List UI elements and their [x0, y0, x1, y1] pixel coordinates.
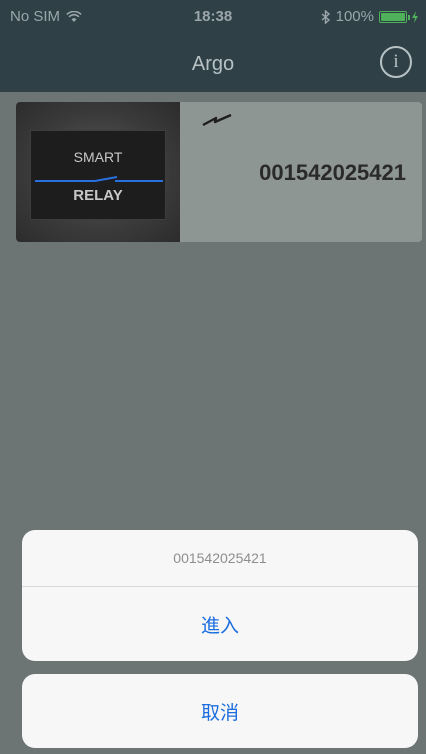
info-button[interactable]: i [380, 46, 412, 78]
relay-label-top: SMART [73, 149, 123, 165]
page-title: Argo [191, 53, 235, 75]
action-sheet-title: 001542025421 [22, 530, 418, 587]
lightning-icon [202, 113, 232, 127]
bluetooth-icon [321, 9, 330, 24]
nav-bar: Argo i [0, 34, 426, 92]
switch-line-icon [35, 176, 163, 182]
info-icon: i [393, 51, 399, 72]
charging-icon [412, 10, 418, 23]
enter-button[interactable]: 進入 [22, 587, 418, 661]
relay-box: SMART RELAY [30, 130, 166, 220]
battery-icon [379, 10, 410, 23]
smart-relay-image: SMART RELAY [16, 102, 180, 242]
device-id: 001542025421 [259, 160, 406, 185]
cancel-button[interactable]: 取消 [22, 674, 418, 748]
action-sheet: 001542025421 進入 [22, 530, 418, 661]
status-bar: No SIM 18:38 100% [0, 0, 426, 34]
battery-fill [381, 12, 405, 21]
relay-label-bottom: RELAY [73, 187, 123, 204]
device-card[interactable]: SMART RELAY 001542025421 [16, 102, 422, 242]
app-screen: No SIM 18:38 100% Argo i SMART RELAY 001… [0, 0, 426, 754]
battery-percent: 100% [335, 8, 374, 25]
status-right-group: 100% [321, 8, 418, 25]
